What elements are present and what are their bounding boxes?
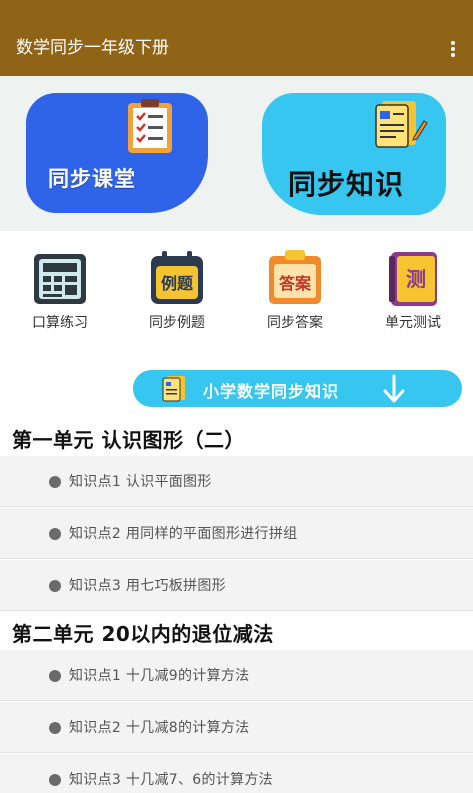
arrow-down-icon (383, 374, 405, 403)
clipboard-answers-icon: 答案 (269, 250, 321, 304)
quick-sync-examples-label: 同步例题 (149, 315, 205, 331)
unit-title: 第一单元 认识图形（二） (12, 428, 245, 452)
list-item-label: 知识点2 十几减8的计算方法 (69, 720, 250, 736)
bullet-icon (49, 774, 61, 786)
quick-sync-answers-label: 同步答案 (267, 315, 323, 331)
section-header-pill[interactable]: 小学数学同步知识 (133, 370, 462, 407)
list-item[interactable]: 知识点1 认识平面图形 (0, 456, 473, 507)
calendar-examples-icon: 例题 (151, 251, 203, 304)
test-badge-text: 测 (406, 267, 426, 291)
list-item-label: 知识点1 认识平面图形 (69, 474, 212, 490)
clipboard-checklist-icon (128, 99, 172, 153)
list-item[interactable]: 知识点1 十几减9的计算方法 (0, 650, 473, 701)
bullet-icon (49, 670, 61, 682)
sync-knowledge-card[interactable]: 同步知识 (262, 93, 446, 215)
more-vert-icon[interactable] (445, 38, 461, 60)
examples-badge-text: 例题 (161, 274, 194, 293)
list-item-label: 知识点1 十几减9的计算方法 (69, 668, 250, 684)
list-item[interactable]: 知识点2 用同样的平面图形进行拼组 (0, 508, 473, 559)
list-item-label: 知识点3 十几减7、6的计算方法 (69, 772, 273, 788)
app-title: 数学同步一年级下册 (16, 38, 169, 58)
notebook-pencil-icon (375, 101, 428, 148)
quick-oral-calc-label: 口算练习 (32, 315, 88, 331)
section-header-label: 小学数学同步知识 (203, 382, 340, 401)
bullet-icon (49, 476, 61, 488)
bullet-icon (49, 580, 61, 592)
unit-title: 第二单元 20以内的退位减法 (12, 622, 274, 646)
book-test-icon: 测 (389, 252, 437, 306)
calculator-icon (34, 254, 86, 304)
bullet-icon (49, 528, 61, 540)
notebook-icon (162, 376, 185, 402)
list-item-label: 知识点3 用七巧板拼图形 (69, 578, 226, 594)
quick-unit-test-label: 单元测试 (385, 315, 441, 331)
sync-knowledge-label: 同步知识 (288, 168, 405, 201)
app-bar: 数学同步一年级下册 (0, 0, 473, 76)
list-item[interactable]: 知识点3 用七巧板拼图形 (0, 560, 473, 611)
list-item[interactable]: 知识点3 十几减7、6的计算方法 (0, 754, 473, 793)
bullet-icon (49, 722, 61, 734)
sync-class-card[interactable]: 同步课堂 (26, 93, 208, 213)
sync-class-label: 同步课堂 (48, 167, 136, 191)
answers-badge-text: 答案 (279, 274, 312, 293)
list-item[interactable]: 知识点2 十几减8的计算方法 (0, 702, 473, 753)
list-item-label: 知识点2 用同样的平面图形进行拼组 (69, 526, 298, 542)
